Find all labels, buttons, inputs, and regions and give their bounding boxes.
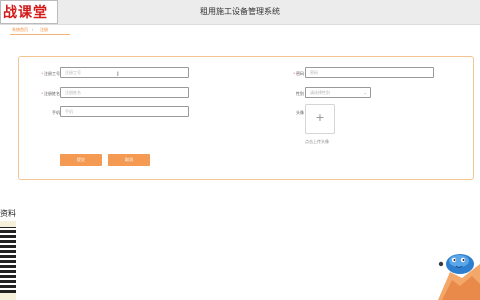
label-gender: 性别	[296, 91, 304, 96]
gender-placeholder: 请选择性别	[310, 90, 330, 95]
side-label: 资料	[0, 209, 16, 218]
label-worker-id: * 注册工号	[41, 71, 60, 76]
label-phone: 手机	[52, 110, 60, 115]
label-avatar: 头像	[296, 110, 304, 115]
phone-placeholder: 手机	[65, 109, 73, 114]
name-placeholder: 注册姓名	[65, 90, 81, 95]
label-name: * 注册姓名	[41, 91, 60, 96]
gender-select[interactable]: 请选择性别 ⌄	[305, 87, 371, 98]
worker-id-placeholder: 注册工号	[65, 70, 81, 75]
phone-input[interactable]: 手机	[60, 106, 189, 117]
plus-icon: +	[315, 109, 325, 125]
label-password: * 密码	[293, 71, 304, 76]
qr-pattern	[0, 227, 16, 293]
top-bar: 战课堂 租用施工设备管理系统	[0, 0, 480, 25]
required-mark: *	[41, 71, 43, 76]
required-mark: *	[293, 71, 295, 76]
text-cursor-icon: I	[117, 71, 119, 78]
upload-hint: 点击上传头像	[305, 139, 329, 144]
cancel-button[interactable]: 取消	[108, 154, 150, 166]
password-input[interactable]: 密码	[305, 67, 434, 78]
mascot-illustration	[438, 254, 480, 300]
required-mark: *	[41, 91, 43, 96]
app-title: 租用施工设备管理系统	[200, 7, 280, 16]
avatar-upload[interactable]: +	[305, 104, 335, 134]
password-placeholder: 密码	[310, 70, 318, 75]
name-input[interactable]: 注册姓名	[60, 87, 189, 98]
breadcrumb-underline	[10, 34, 70, 35]
breadcrumb: 系统首页 / 注册	[10, 25, 480, 35]
worker-id-input[interactable]: 注册工号	[60, 67, 189, 78]
qr-code	[0, 221, 16, 300]
chevron-down-icon: ⌄	[363, 90, 367, 95]
submit-button[interactable]: 提交	[60, 154, 102, 166]
